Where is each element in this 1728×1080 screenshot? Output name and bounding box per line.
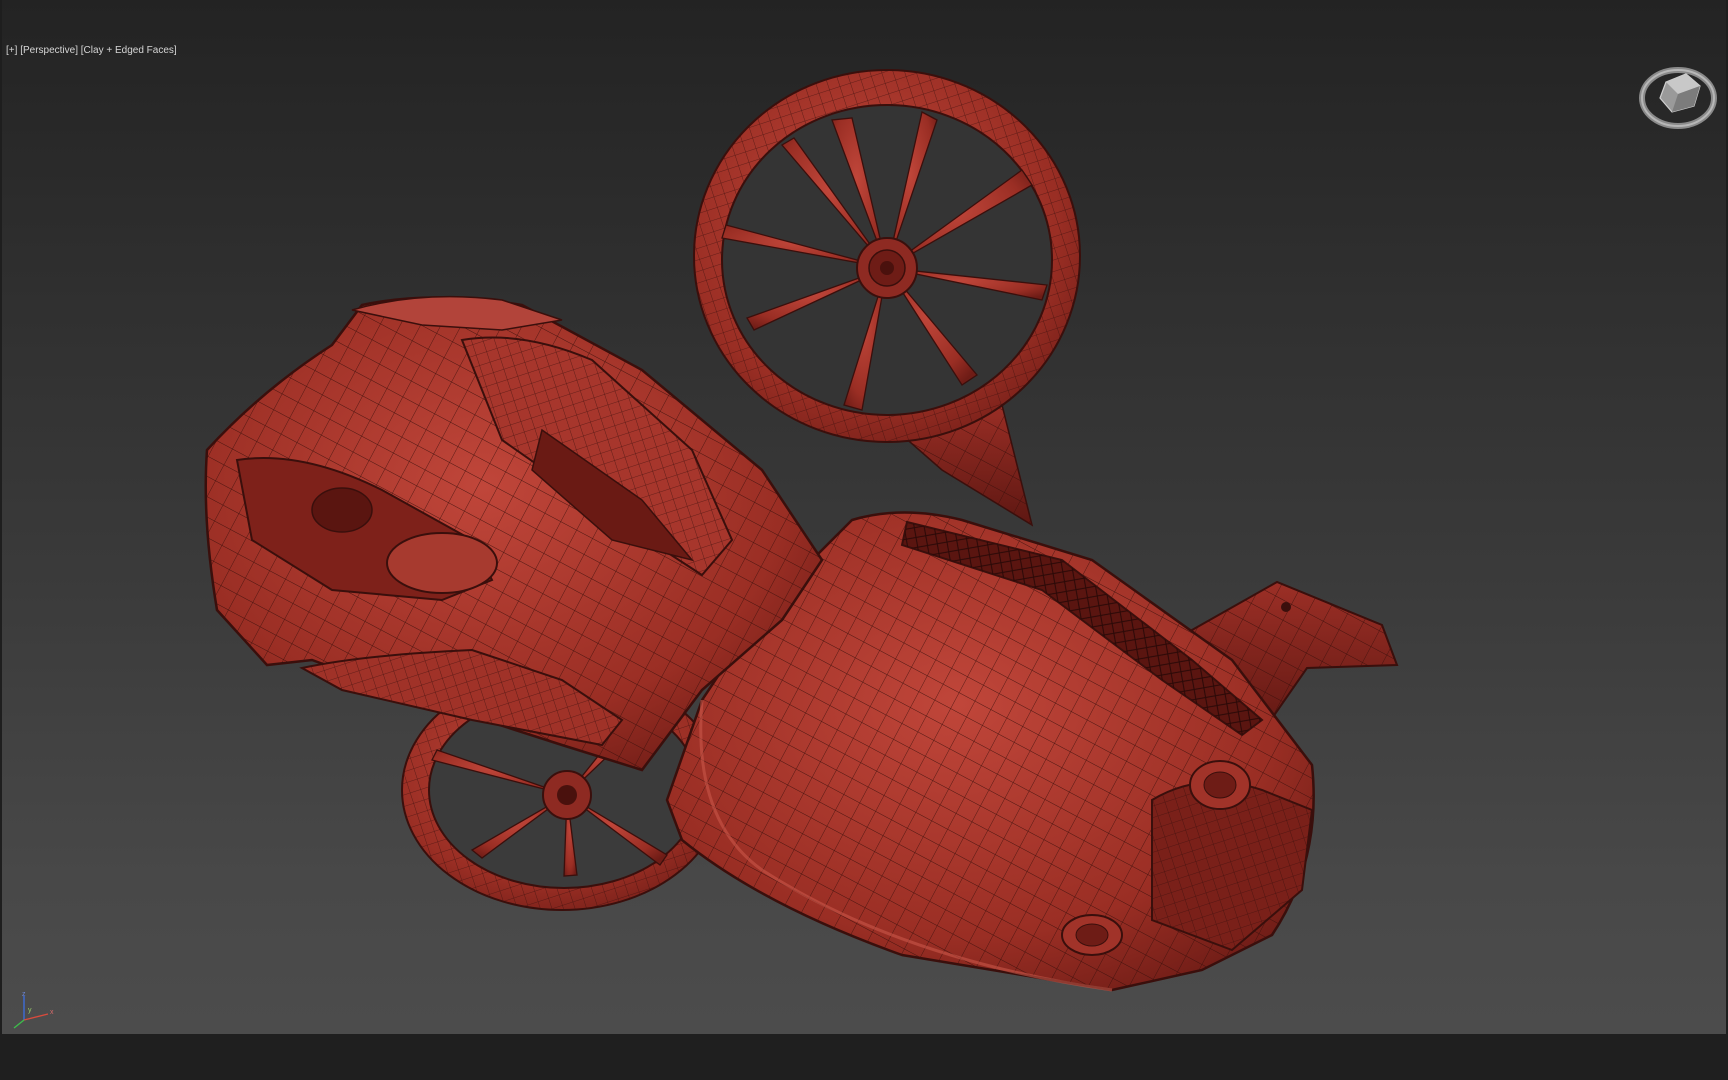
axis-gizmo-icon: z y x: [13, 991, 54, 1029]
viewport-label: [+] [Perspective] [Clay + Edged Faces]: [6, 45, 177, 56]
top-rotor: [693, 69, 1081, 527]
axis-y-label: y: [28, 1007, 32, 1014]
viewport-menu-button[interactable]: [+]: [6, 45, 17, 56]
view-mode-label[interactable]: [Perspective]: [20, 45, 78, 56]
viewcube-icon[interactable]: [1638, 64, 1718, 130]
shading-mode-label[interactable]: [Clay + Edged Faces]: [81, 45, 177, 56]
perspective-viewport[interactable]: [+] [Perspective] [Clay + Edged Faces] z…: [2, 0, 1726, 1034]
axis-x-label: x: [50, 1009, 54, 1016]
model-canvas[interactable]: [2, 0, 1726, 1034]
axis-z-label: z: [22, 991, 26, 998]
status-bar: [0, 1034, 1728, 1080]
